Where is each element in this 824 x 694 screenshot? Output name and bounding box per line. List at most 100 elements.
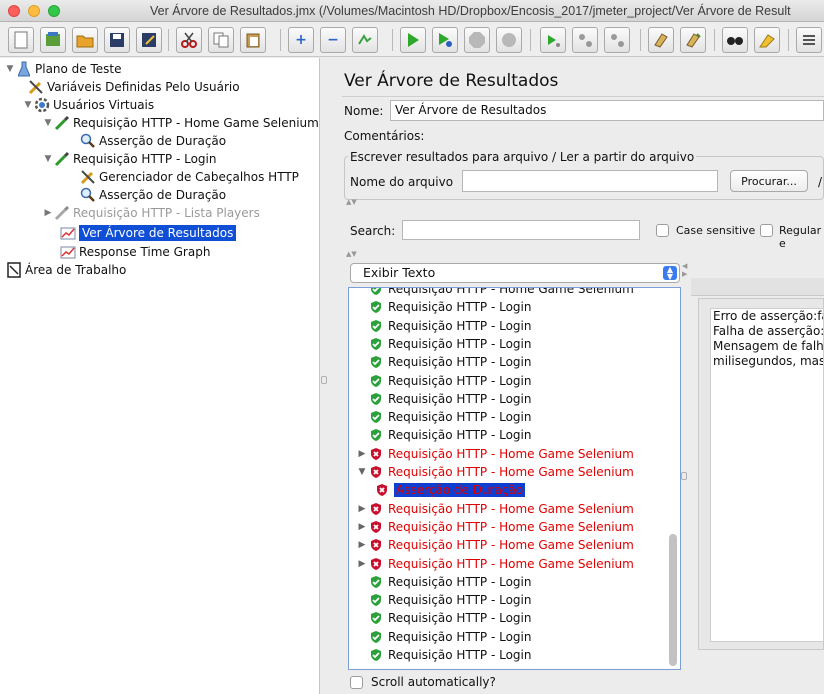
name-field[interactable]: Ver Árvore de Resultados (390, 100, 824, 121)
tree-node-http-home[interactable]: ▼ Requisição HTTP - Home Game Selenium (42, 114, 319, 132)
tree-node-http-login[interactable]: ▼ Requisição HTTP - Login (42, 150, 216, 168)
regex-checkbox[interactable] (760, 224, 773, 237)
chevron-down-icon[interactable]: ▼ (42, 118, 54, 128)
split-arrows[interactable]: ◀ ▶ (682, 262, 687, 278)
renderer-select[interactable]: Exibir Texto ▲ ▼ (350, 263, 680, 283)
cut-icon[interactable] (176, 27, 202, 53)
result-row[interactable]: ▶ Requisição HTTP - Home Game Selenium (355, 445, 634, 463)
result-label: Requisição HTTP - Login (388, 373, 532, 388)
new-icon[interactable] (8, 27, 34, 53)
result-row[interactable]: Requisição HTTP - Login (355, 426, 531, 444)
result-row[interactable]: Requisição HTTP - Login (355, 353, 531, 371)
result-row[interactable]: Requisição HTTP - Login (355, 628, 531, 646)
tree-node-label: Asserção de Duração (99, 188, 227, 202)
result-row[interactable]: ▶ Requisição HTTP - Home Game Selenium (355, 500, 634, 518)
collapse-marker-2[interactable]: ▲▼ (346, 250, 357, 258)
result-row[interactable]: ▶ Requisição HTTP - Home Game Selenium (355, 518, 634, 536)
detail-line: Falha de asserção: (713, 324, 824, 338)
collapse-marker[interactable]: ▲▼ (346, 198, 357, 206)
minimize-window-button[interactable] (28, 5, 40, 17)
search-input[interactable] (402, 220, 640, 240)
remote-start-icon[interactable] (540, 27, 566, 53)
chevron-down-icon[interactable]: ▼ (355, 467, 369, 477)
detail-tabs[interactable] (691, 278, 824, 296)
chevron-down-icon[interactable]: ▼ (4, 64, 16, 74)
result-row[interactable]: Requisição HTTP - Login (355, 646, 531, 664)
chevron-down-icon[interactable]: ▼ (42, 154, 54, 164)
toggle-icon[interactable] (352, 27, 378, 53)
comments-field[interactable] (428, 126, 824, 147)
close-window-button[interactable] (8, 5, 20, 17)
stop-icon[interactable] (464, 27, 490, 53)
tree-node-workbench[interactable]: Área de Trabalho (6, 261, 126, 279)
result-row[interactable]: Requisição HTTP - Home Game Selenium (355, 288, 634, 298)
chevron-right-icon[interactable]: ▶ (355, 522, 369, 532)
shutdown-icon[interactable] (496, 27, 522, 53)
tree-node-response-time-graph[interactable]: Response Time Graph (60, 243, 210, 261)
clear-all-icon[interactable] (680, 27, 706, 53)
success-shield-icon (369, 630, 383, 644)
tree-node-results-tree[interactable]: Ver Árvore de Resultados (60, 224, 237, 242)
collapse-icon[interactable]: − (320, 27, 346, 53)
chevron-right-icon[interactable]: ▶ (355, 449, 369, 459)
result-row[interactable]: Requisição HTTP - Login (355, 298, 531, 316)
tree-node-http-players[interactable]: ▶ Requisição HTTP - Lista Players (42, 204, 260, 222)
tree-node-duration-assertion[interactable]: Asserção de Duração (80, 132, 226, 150)
tree-node-test-plan[interactable]: ▼ Plano de Teste (4, 60, 122, 78)
result-child-row[interactable]: Asserção de Duração (375, 481, 526, 499)
chevron-right-icon[interactable]: ▶ (355, 540, 369, 550)
result-row[interactable]: Requisição HTTP - Login (355, 573, 531, 591)
result-row[interactable]: Requisição HTTP - Login (355, 591, 531, 609)
result-row[interactable]: ▼ Requisição HTTP - Home Game Selenium (355, 463, 634, 481)
case-sensitive-checkbox[interactable] (656, 224, 669, 237)
result-row[interactable]: Requisição HTTP - Login (355, 372, 531, 390)
templates-icon[interactable] (40, 27, 66, 53)
results-splitter[interactable] (680, 290, 689, 670)
pane-splitter[interactable] (320, 58, 328, 694)
remote-shutdown-icon[interactable] (604, 27, 630, 53)
start-icon[interactable] (400, 27, 426, 53)
clear-icon[interactable] (648, 27, 674, 53)
reset-search-icon[interactable] (754, 27, 780, 53)
copy-icon[interactable] (208, 27, 234, 53)
success-shield-icon (369, 611, 383, 625)
result-row[interactable]: Requisição HTTP - Login (355, 335, 531, 353)
result-row[interactable]: Requisição HTTP - Login (355, 609, 531, 627)
paste-icon[interactable] (240, 27, 266, 53)
browse-button[interactable]: Procurar... (730, 170, 808, 192)
zoom-window-button[interactable] (48, 5, 60, 17)
success-shield-icon (369, 593, 383, 607)
tree-node-thread-group[interactable]: ▼ Usuários Virtuais (22, 96, 154, 114)
function-helper-icon[interactable] (796, 27, 822, 53)
filename-input[interactable] (462, 170, 718, 192)
chevron-right-icon[interactable]: ▶ (355, 504, 369, 514)
results-scrollbar[interactable] (669, 534, 677, 666)
tree-node-user-variables[interactable]: Variáveis Definidas Pelo Usuário (28, 78, 240, 96)
tree-node-header-manager[interactable]: Gerenciador de Cabeçalhos HTTP (80, 168, 299, 186)
result-row[interactable]: ▶ Requisição HTTP - Home Game Selenium (355, 555, 634, 573)
success-shield-icon (369, 428, 383, 442)
tree-node-duration-assertion-2[interactable]: Asserção de Duração (80, 186, 226, 204)
save-as-icon[interactable] (136, 27, 162, 53)
result-row[interactable]: Requisição HTTP - Login (355, 408, 531, 426)
result-row[interactable]: ▶ Requisição HTTP - Home Game Selenium (355, 536, 634, 554)
chevron-right-icon[interactable]: ▶ (355, 559, 369, 569)
save-icon[interactable] (104, 27, 130, 53)
success-shield-icon (369, 300, 383, 314)
chevron-right-icon[interactable]: ▶ (42, 208, 54, 218)
chevron-down-icon[interactable]: ▼ (22, 100, 34, 110)
search-icon[interactable] (722, 27, 748, 53)
expand-icon[interactable]: + (288, 27, 314, 53)
remote-stop-icon[interactable] (572, 27, 598, 53)
splitter-grip[interactable] (321, 376, 327, 384)
result-row[interactable]: Requisição HTTP - Login (355, 317, 531, 335)
splitter-grip[interactable] (681, 472, 687, 480)
result-label: Requisição HTTP - Login (388, 300, 532, 315)
start-no-pauses-icon[interactable] (432, 27, 458, 53)
scroll-auto-row[interactable]: Scroll automatically? (350, 675, 496, 689)
result-row[interactable]: Requisição HTTP - Login (355, 390, 531, 408)
result-label: Requisição HTTP - Login (388, 611, 532, 626)
results-list[interactable]: Requisição HTTP - Home Game Selenium Requ… (348, 287, 681, 670)
scroll-auto-checkbox[interactable] (350, 675, 363, 689)
open-icon[interactable] (72, 27, 98, 53)
